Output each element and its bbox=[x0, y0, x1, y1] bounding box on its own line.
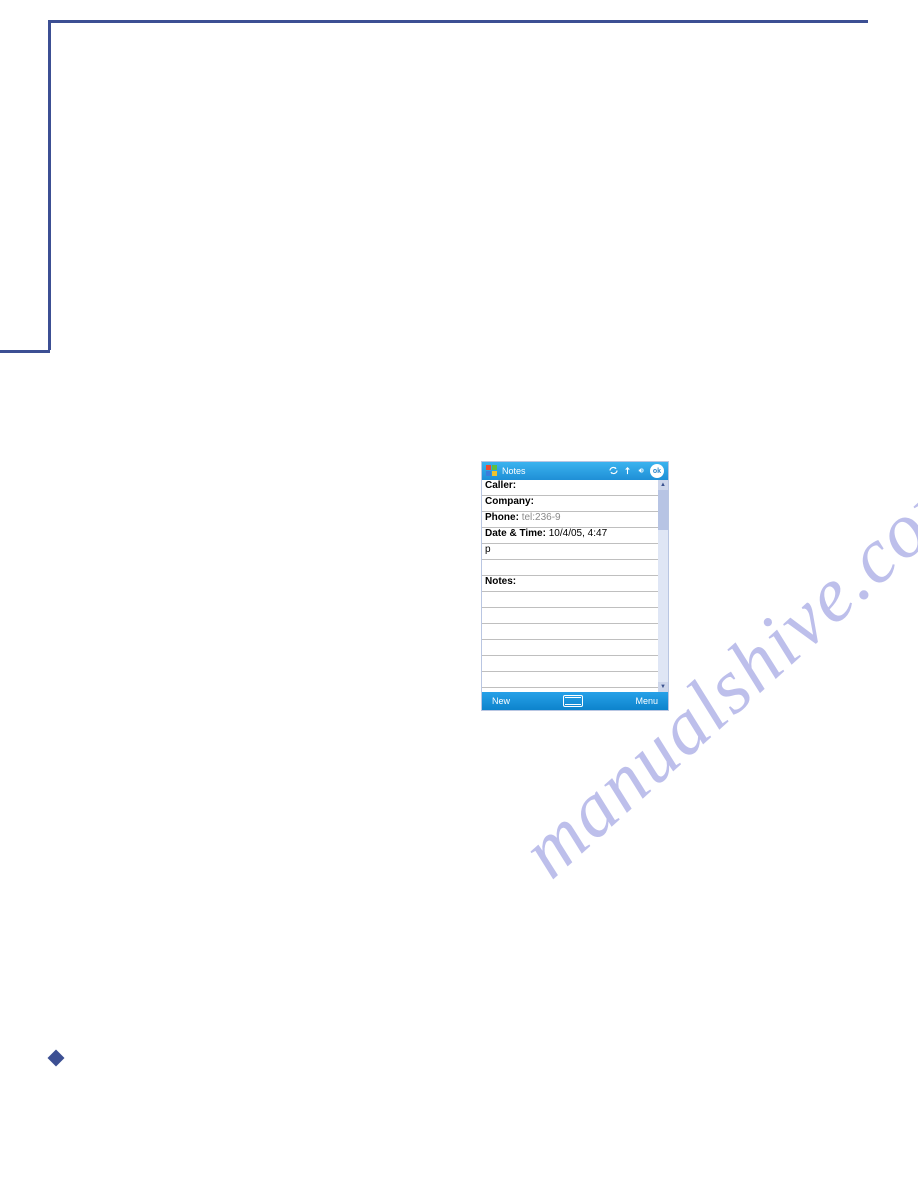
scroll-thumb[interactable] bbox=[658, 490, 668, 530]
blank-line[interactable] bbox=[482, 608, 658, 624]
blank-line[interactable] bbox=[482, 560, 658, 576]
blank-line[interactable] bbox=[482, 624, 658, 640]
mid-horizontal-rule bbox=[0, 350, 50, 353]
scroll-down-button[interactable]: ▼ bbox=[658, 682, 668, 692]
keyboard-icon[interactable] bbox=[563, 695, 583, 707]
ok-button[interactable]: ok bbox=[650, 464, 664, 478]
caller-line[interactable]: Caller: bbox=[482, 480, 658, 496]
datetime-value: 10/4/05, 4:47 bbox=[549, 528, 607, 539]
caller-label: Caller bbox=[485, 480, 513, 491]
bottombar: New Menu bbox=[482, 692, 668, 710]
titlebar: Notes ok bbox=[482, 462, 668, 480]
blank-line[interactable] bbox=[482, 592, 658, 608]
datetime-value-2: p bbox=[485, 544, 491, 555]
signal-icon[interactable] bbox=[623, 466, 632, 477]
phone-label: Phone bbox=[485, 512, 516, 523]
phone-value: tel:236-9 bbox=[522, 512, 561, 523]
notes-label: Notes bbox=[485, 576, 513, 587]
datetime-line2[interactable]: p bbox=[482, 544, 658, 560]
menu-button[interactable]: Menu bbox=[635, 696, 658, 706]
company-label: Company bbox=[485, 496, 531, 507]
blank-line[interactable] bbox=[482, 640, 658, 656]
sync-icon[interactable] bbox=[609, 466, 618, 477]
status-icons bbox=[609, 466, 646, 477]
speaker-icon[interactable] bbox=[637, 466, 646, 477]
top-horizontal-rule bbox=[48, 20, 868, 23]
scrollbar[interactable]: ▲ ▼ bbox=[658, 480, 668, 692]
new-button[interactable]: New bbox=[492, 696, 510, 706]
start-flag-icon[interactable] bbox=[486, 465, 498, 477]
datetime-line[interactable]: Date & Time: 10/4/05, 4:47 bbox=[482, 528, 658, 544]
notes-line[interactable]: Notes: bbox=[482, 576, 658, 592]
phone-line[interactable]: Phone: tel:236-9 bbox=[482, 512, 658, 528]
blank-line[interactable] bbox=[482, 656, 658, 672]
blank-line[interactable] bbox=[482, 688, 658, 692]
company-line[interactable]: Company: bbox=[482, 496, 658, 512]
ruled-lines: Caller: Company: Phone: tel:236-9 Date &… bbox=[482, 480, 658, 692]
footer-diamond-icon bbox=[48, 1050, 65, 1067]
datetime-label: Date & Time bbox=[485, 528, 543, 539]
scroll-track[interactable] bbox=[658, 490, 668, 682]
blank-line[interactable] bbox=[482, 672, 658, 688]
scroll-up-button[interactable]: ▲ bbox=[658, 480, 668, 490]
left-vertical-rule bbox=[48, 20, 51, 350]
app-title: Notes bbox=[502, 466, 605, 476]
note-content-area[interactable]: Caller: Company: Phone: tel:236-9 Date &… bbox=[482, 480, 668, 692]
device-screenshot: Notes ok Caller: Company: Phone: tel:236… bbox=[482, 462, 668, 710]
